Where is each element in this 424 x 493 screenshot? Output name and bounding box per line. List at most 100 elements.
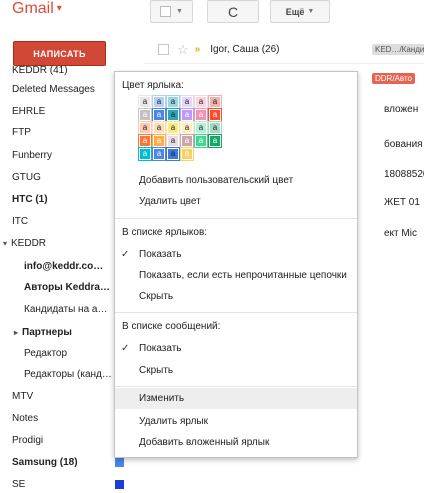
color-swatch[interactable]: a: [208, 121, 222, 135]
color-swatch[interactable]: a: [166, 134, 180, 148]
gmail-menu[interactable]: Gmail ▾: [12, 0, 62, 18]
select-all-button[interactable]: ▼: [150, 0, 193, 23]
color-swatch[interactable]: a: [138, 121, 152, 135]
snippet: бования: [384, 139, 423, 150]
color-swatch[interactable]: a: [166, 147, 180, 161]
sidebar-item-label: Funberry: [12, 150, 53, 161]
chevron-down-icon: ▼: [176, 8, 183, 15]
star-icon[interactable]: ☆: [177, 42, 189, 58]
top-bar: Gmail ▾ ▼ C Ещё ▼: [0, 0, 424, 36]
menu-item-label: Скрыть: [139, 291, 174, 302]
refresh-icon: C: [227, 3, 239, 20]
color-swatch[interactable]: a: [138, 95, 152, 109]
color-swatch[interactable]: a: [152, 134, 166, 148]
color-swatch[interactable]: a: [138, 134, 152, 148]
sidebar-item-label: Prodigi: [12, 435, 44, 446]
checkbox-icon: [160, 6, 172, 17]
color-swatch[interactable]: a: [194, 95, 208, 109]
menu-item-label: Удалить ярлык: [139, 416, 208, 427]
expand-right-icon[interactable]: ▸: [14, 328, 18, 337]
label-list-show-if-unread[interactable]: Показать, если есть непрочитанные цепочк…: [115, 265, 357, 286]
color-swatch[interactable]: a: [180, 121, 194, 135]
label-color-header: Цвет ярлыка:: [122, 80, 184, 91]
color-swatch[interactable]: a: [166, 121, 180, 135]
menu-item-label: Показать, если есть непрочитанные цепочк…: [139, 270, 347, 281]
snippet: вложен: [384, 104, 419, 115]
label-color-icon[interactable]: [115, 480, 124, 489]
color-swatch[interactable]: a: [166, 95, 180, 109]
sidebar-item-label: EHRLE: [12, 106, 46, 117]
color-swatch[interactable]: a: [180, 95, 194, 109]
add-sublabel[interactable]: Добавить вложенный ярлык: [115, 432, 357, 453]
divider: [115, 386, 357, 387]
remove-color[interactable]: Удалить цвет: [139, 196, 201, 207]
label-options-menu: Цвет ярлыка: aaaaaaaaaaaaaaaaaaaaaaaaaaa…: [114, 71, 358, 458]
snippet: ЖЕТ 01: [384, 197, 420, 208]
color-swatch[interactable]: a: [194, 134, 208, 148]
color-swatch[interactable]: a: [152, 95, 166, 109]
sidebar-item-label: Кандидаты на а…: [24, 304, 108, 315]
delete-label[interactable]: Удалить ярлык: [115, 411, 357, 432]
sidebar-item-label: info@keddr.co…: [24, 261, 104, 272]
label-color-icon[interactable]: [115, 458, 124, 467]
expand-down-icon[interactable]: ▾: [3, 239, 7, 248]
sidebar-item-label: FTP: [12, 127, 31, 138]
color-swatch[interactable]: a: [208, 134, 222, 148]
chevron-down-icon: ▾: [56, 3, 62, 15]
check-icon: ✓: [121, 343, 130, 354]
sidebar-item-label: Редакторы (канд…: [24, 369, 112, 380]
color-swatch[interactable]: a: [138, 147, 152, 161]
sidebar-item-label: KEDDR: [11, 238, 47, 249]
color-swatch[interactable]: a: [152, 108, 166, 122]
sidebar-item-label: GTUG: [12, 172, 41, 183]
sidebar-item-label: Samsung (18): [12, 457, 78, 468]
color-swatch[interactable]: a: [180, 134, 194, 148]
color-swatch[interactable]: a: [180, 108, 194, 122]
color-swatch[interactable]: a: [180, 147, 194, 161]
color-swatch[interactable]: a: [194, 108, 208, 122]
label-tag[interactable]: KED…/Канди: [372, 44, 424, 55]
color-swatch[interactable]: a: [152, 121, 166, 135]
more-label: Ещё: [285, 6, 305, 17]
message-list-show[interactable]: ✓ Показать: [115, 338, 357, 359]
sidebar-item-label: MTV: [12, 391, 34, 402]
edit-label[interactable]: Изменить: [115, 388, 357, 409]
color-swatch[interactable]: a: [166, 108, 180, 122]
chevron-down-icon: ▼: [307, 8, 315, 15]
sidebar-item-label: Партнеры: [22, 327, 72, 338]
menu-item-label: Скрыть: [139, 365, 174, 376]
message-list-hide[interactable]: Скрыть: [115, 360, 357, 381]
label-tag[interactable]: DDR/Авто: [372, 73, 415, 84]
more-button[interactable]: Ещё ▼: [270, 0, 330, 23]
sidebar-item-label: Deleted Messages: [12, 84, 95, 95]
menu-item-label: Показать: [139, 343, 182, 354]
message-list-header: В списке сообщений:: [122, 321, 221, 332]
menu-item-label: Изменить: [139, 393, 185, 404]
sidebar-item-label: Редактор: [24, 348, 68, 359]
sender: Igor, Саша (26): [210, 44, 280, 55]
menu-item-label: Показать: [139, 249, 182, 260]
sidebar-item-label: SE: [12, 479, 26, 490]
snippet: ект Mic: [384, 228, 417, 239]
divider: [115, 312, 357, 313]
sidebar-item-label: Авторы Keddra…: [24, 282, 110, 293]
divider: [115, 218, 357, 219]
importance-icon[interactable]: »: [195, 44, 201, 55]
snippet: 18088520: [384, 169, 424, 180]
refresh-button[interactable]: C: [207, 0, 259, 23]
color-swatch[interactable]: a: [194, 121, 208, 135]
sidebar-item-label: Notes: [12, 413, 39, 424]
table-row[interactable]: ☆ » Igor, Саша (26) KED…/Канди: [144, 36, 424, 64]
sidebar-item[interactable]: SE: [0, 474, 136, 493]
color-swatch[interactable]: a: [208, 108, 222, 122]
row-checkbox[interactable]: [158, 44, 169, 55]
sidebar-item-label: KEDDR (41): [12, 65, 68, 76]
check-icon: ✓: [121, 249, 130, 260]
label-list-show[interactable]: ✓ Показать: [115, 244, 357, 265]
color-swatch[interactable]: a: [138, 108, 152, 122]
add-custom-color[interactable]: Добавить пользовательский цвет: [139, 175, 293, 186]
color-swatch[interactable]: a: [152, 147, 166, 161]
sidebar-item-label: ITC: [12, 216, 29, 227]
color-swatch[interactable]: a: [208, 95, 222, 109]
label-list-hide[interactable]: Скрыть: [115, 286, 357, 307]
